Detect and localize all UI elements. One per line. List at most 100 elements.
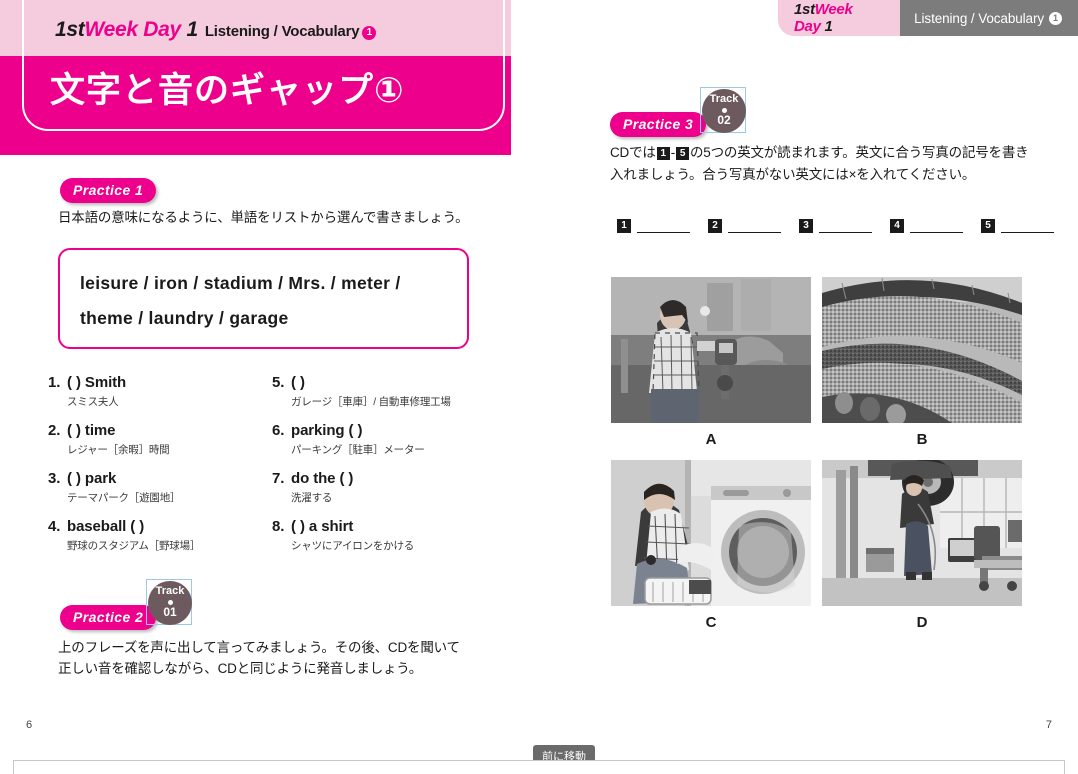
question-item: 8.( ) a shirt シャツにアイロンをかける bbox=[272, 518, 507, 566]
question-item: 5.( ) ガレージ［車庫］/ 自動車修理工場 bbox=[272, 374, 507, 422]
question-item: 6. parking ( ) パーキング［駐車］メーター bbox=[272, 422, 507, 470]
question-text: 6. parking ( ) bbox=[272, 422, 363, 439]
question-text: 8.( ) a shirt bbox=[272, 518, 354, 535]
answer-number-badge: 2 bbox=[708, 219, 722, 233]
answer-number-badge: 4 bbox=[890, 219, 904, 233]
practice-2-instruction-line: 正しい音を確認しながら、CDと同じように発音しましょう。 bbox=[58, 661, 423, 676]
answer-write-line[interactable] bbox=[1001, 218, 1054, 233]
photo-label-d: D bbox=[916, 614, 928, 631]
answer-blank[interactable]: 5 bbox=[980, 218, 1054, 233]
photo-d-illustration bbox=[822, 460, 1022, 606]
page-viewer[interactable]: 1stWeek Day 1 Listening / Vocabulary 1 文字… bbox=[0, 0, 1078, 774]
question-column-right: 5.( ) ガレージ［車庫］/ 自動車修理工場 6. parking ( ) パー… bbox=[272, 374, 507, 566]
track-number: 01 bbox=[163, 604, 177, 619]
track-number: 02 bbox=[717, 112, 731, 127]
kicker-week-text: 1stWeek Day 1 bbox=[794, 1, 853, 35]
question-text: 1.( ) Smith bbox=[48, 374, 127, 391]
question-gloss: パーキング［駐車］メーター bbox=[291, 444, 425, 456]
question-text: 2.( ) time bbox=[48, 422, 116, 439]
answer-write-line[interactable] bbox=[637, 218, 690, 233]
photo-label-b: B bbox=[916, 431, 928, 448]
practice-2-badge: Practice 2 bbox=[60, 605, 157, 630]
track-badge-02[interactable]: Track 02 bbox=[700, 87, 746, 133]
bottom-toolbar[interactable] bbox=[13, 760, 1065, 774]
answer-number-badge: 5 bbox=[981, 219, 995, 233]
answer-blanks-row: 1 2 3 4 5 bbox=[616, 218, 1054, 233]
question-gloss: テーマパーク［遊園地］ bbox=[67, 492, 181, 504]
inline-number-badge: 1 bbox=[656, 147, 670, 160]
track-dot-icon bbox=[167, 599, 173, 605]
answer-write-line[interactable] bbox=[819, 218, 872, 233]
photo-c-illustration bbox=[611, 460, 811, 606]
photo-c-laundry-image bbox=[611, 460, 811, 606]
photo-row: C D bbox=[611, 460, 1023, 631]
practice-1-badge: Practice 1 bbox=[60, 178, 157, 203]
photo-a-illustration bbox=[611, 277, 811, 423]
photo-a-parking-meter-image bbox=[611, 277, 811, 423]
question-text: 7. do the ( ) bbox=[272, 470, 354, 487]
answer-write-line[interactable] bbox=[728, 218, 781, 233]
question-gloss: ガレージ［車庫］/ 自動車修理工場 bbox=[291, 396, 451, 408]
right-page-header: 1stWeek Day 1 Listening / Vocabulary 1 bbox=[778, 0, 1078, 36]
practice-1-instruction: 日本語の意味になるように、単語をリストから選んで書きましょう。 bbox=[58, 210, 469, 225]
photo-label-a: A bbox=[705, 431, 717, 448]
left-page: 1stWeek Day 1 Listening / Vocabulary 1 文字… bbox=[0, 0, 511, 752]
left-header-kicker: 1stWeek Day 1 Listening / Vocabulary 1 bbox=[55, 18, 377, 42]
practice-2-instruction-line: 上のフレーズを声に出して言ってみましょう。その後、CDを聞いて bbox=[58, 640, 460, 655]
answer-write-line[interactable] bbox=[910, 218, 963, 233]
question-item: 7. do the ( ) 洗濯する bbox=[272, 470, 507, 518]
inline-number-badge: 5 bbox=[676, 147, 689, 160]
question-item: 3.( ) park テーマパーク［遊園地］ bbox=[48, 470, 278, 518]
answer-number-badge: 1 bbox=[617, 219, 631, 233]
answer-blank[interactable]: 2 bbox=[707, 218, 781, 233]
photo-grid: A B C D bbox=[611, 277, 1023, 643]
answer-blank[interactable]: 4 bbox=[889, 218, 963, 233]
practice-2-instruction: 上のフレーズを声に出して言ってみましょう。その後、CDを聞いて 正しい音を確認し… bbox=[58, 637, 460, 679]
photo-cell-a: A bbox=[611, 277, 811, 448]
question-item: 1.( ) Smith スミス夫人 bbox=[48, 374, 278, 422]
answer-blank[interactable]: 1 bbox=[616, 218, 690, 233]
word-list-box: leisure / iron / stadium / Mrs. / meter … bbox=[58, 248, 469, 349]
left-page-header: 1stWeek Day 1 Listening / Vocabulary 1 文字… bbox=[0, 0, 511, 155]
photo-b-stadium-image bbox=[822, 277, 1022, 423]
kicker-week-text: 1stWeek Day 1 bbox=[55, 18, 198, 41]
track-badge-01[interactable]: Track 01 bbox=[146, 579, 192, 625]
right-header-subject: Listening / Vocabulary 1 bbox=[900, 0, 1078, 36]
question-gloss: シャツにアイロンをかける bbox=[291, 540, 415, 552]
word-list-line: leisure / iron / stadium / Mrs. / meter … bbox=[80, 273, 401, 293]
question-gloss: スミス夫人 bbox=[67, 396, 119, 408]
question-gloss: レジャー［余暇］時間 bbox=[67, 444, 170, 456]
page-number-left: 6 bbox=[26, 719, 33, 731]
question-text: 5.( ) bbox=[272, 374, 305, 391]
photo-b-illustration bbox=[822, 277, 1022, 423]
question-item: 4. baseball ( ) 野球のスタジアム［野球場］ bbox=[48, 518, 278, 566]
question-item: 2.( ) time レジャー［余暇］時間 bbox=[48, 422, 278, 470]
photo-d-garage-image bbox=[822, 460, 1022, 606]
page-number-right: 7 bbox=[1045, 719, 1052, 731]
question-text: 3.( ) park bbox=[48, 470, 117, 487]
kicker-subject: Listening / Vocabulary 1 bbox=[205, 23, 377, 40]
answer-number-badge: 3 bbox=[799, 219, 813, 233]
photo-cell-d: D bbox=[822, 460, 1022, 631]
answer-blank[interactable]: 3 bbox=[798, 218, 872, 233]
photo-label-c: C bbox=[705, 614, 717, 631]
track-label: Track bbox=[155, 585, 185, 597]
page-title: 文字と音のギャップ① bbox=[50, 71, 405, 110]
question-column-left: 1.( ) Smith スミス夫人 2.( ) time レジャー［余暇］時間 … bbox=[48, 374, 278, 566]
practice-3-instruction: CDでは 1-5 の5つの英文が読まれます。英文に合う写真の記号を書き入れましょう。… bbox=[610, 145, 1029, 182]
question-gloss: 洗濯する bbox=[291, 492, 333, 504]
photo-row: A B bbox=[611, 277, 1023, 448]
word-list-line: theme / laundry / garage bbox=[80, 308, 289, 328]
section-number-badge: 1 bbox=[1049, 11, 1062, 25]
right-header-kicker: 1stWeek Day 1 bbox=[778, 0, 901, 36]
photo-cell-b: B bbox=[822, 277, 1022, 448]
track-icon[interactable]: Track 01 bbox=[148, 581, 192, 625]
photo-cell-c: C bbox=[611, 460, 811, 631]
track-dot-icon bbox=[721, 107, 727, 113]
question-text: 4. baseball ( ) bbox=[48, 518, 145, 535]
question-gloss: 野球のスタジアム［野球場］ bbox=[67, 540, 201, 552]
track-icon[interactable]: Track 02 bbox=[702, 89, 746, 133]
track-label: Track bbox=[709, 93, 739, 105]
section-number-badge: 1 bbox=[362, 26, 377, 40]
practice-3-badge: Practice 3 bbox=[610, 112, 707, 137]
